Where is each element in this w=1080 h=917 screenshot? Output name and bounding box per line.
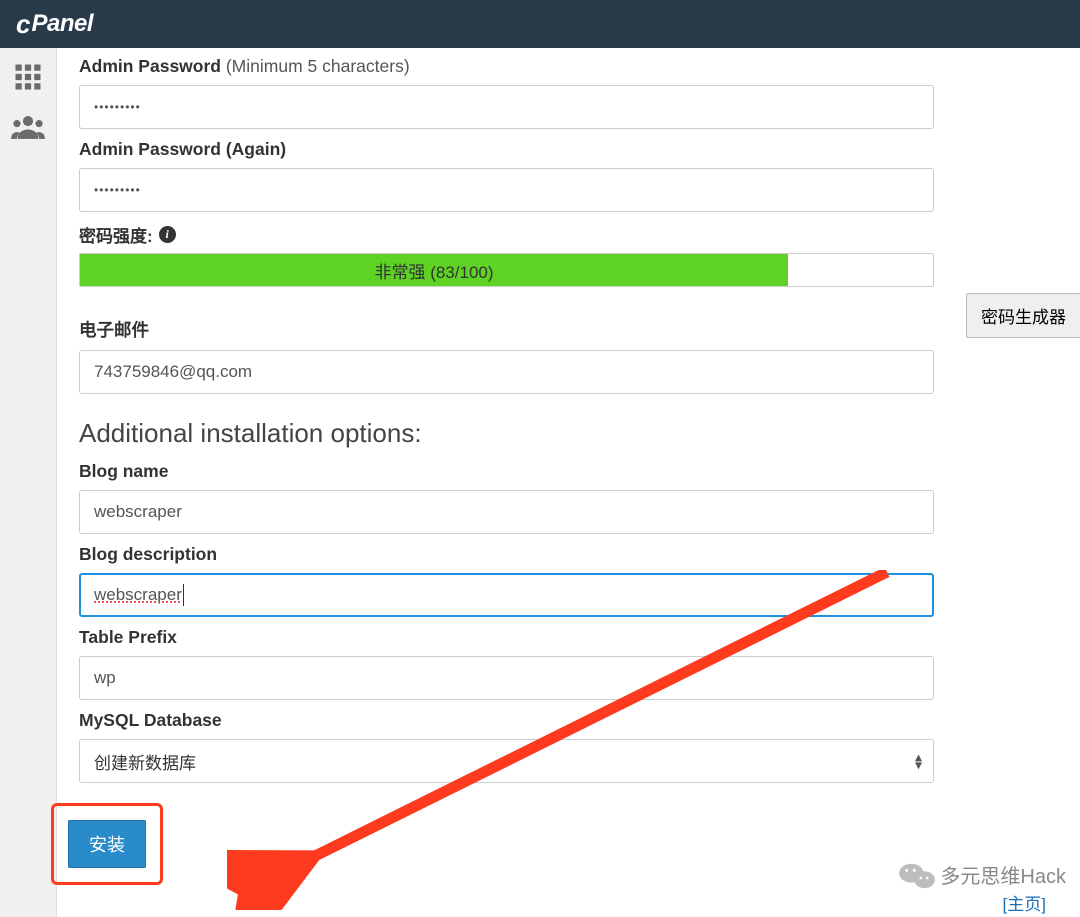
watermark-text: 多元思维Hack <box>940 860 1066 889</box>
password-generator-button-wrap: 密码生成器 <box>966 293 1080 338</box>
info-icon[interactable]: i <box>159 226 176 243</box>
logo-text: Panel <box>31 10 93 38</box>
watermark: 多元思维Hack <box>898 860 1066 889</box>
admin-password-label: Admin Password (Minimum 5 characters) <box>79 56 934 77</box>
strength-label: 密码强度: <box>79 222 153 247</box>
additional-options-title: Additional installation options: <box>79 418 934 449</box>
admin-password-again-label: Admin Password (Again) <box>79 139 934 160</box>
label-text: Admin Password <box>79 56 221 76</box>
blog-name-label: Blog name <box>79 461 934 482</box>
users-icon[interactable] <box>11 112 45 142</box>
wechat-icon <box>898 861 932 889</box>
install-highlight-box: 安装 <box>51 803 163 885</box>
chevron-updown-icon: ▴▾ <box>915 753 922 770</box>
label-hint: (Minimum 5 characters) <box>226 56 410 76</box>
logo-mark: c <box>16 9 30 40</box>
footer-link-text: 主页 <box>1007 895 1041 914</box>
top-bar: cPanel <box>0 0 1080 48</box>
mysql-database-select[interactable]: 创建新数据库 ▴▾ <box>79 739 934 783</box>
email-label: 电子邮件 <box>79 317 934 342</box>
table-prefix-label: Table Prefix <box>79 627 934 648</box>
password-generator-button[interactable]: 密码生成器 <box>966 293 1080 338</box>
password-strength-label-row: 密码强度: i <box>79 222 934 247</box>
table-prefix-field[interactable] <box>79 656 934 700</box>
password-strength-fill: 非常强 (83/100) <box>80 254 788 286</box>
mysql-database-value: 创建新数据库 <box>94 749 196 774</box>
brand-logo: cPanel <box>16 9 93 40</box>
blog-name-field[interactable] <box>79 490 934 534</box>
apps-grid-icon[interactable] <box>13 62 43 92</box>
password-strength-bar: 非常强 (83/100) <box>79 253 934 287</box>
install-button[interactable]: 安装 <box>68 820 146 868</box>
blog-description-field[interactable]: webscraper <box>79 573 934 617</box>
admin-password-field[interactable] <box>79 85 934 129</box>
text-cursor <box>183 584 184 606</box>
footer-link[interactable]: [主页] <box>1003 890 1046 915</box>
blog-description-label: Blog description <box>79 544 934 565</box>
blog-description-value: webscraper <box>94 585 182 605</box>
mysql-database-label: MySQL Database <box>79 710 934 731</box>
strength-text: 非常强 (83/100) <box>374 258 493 283</box>
email-field[interactable] <box>79 350 934 394</box>
left-sidebar <box>0 48 57 917</box>
admin-password-again-field[interactable] <box>79 168 934 212</box>
